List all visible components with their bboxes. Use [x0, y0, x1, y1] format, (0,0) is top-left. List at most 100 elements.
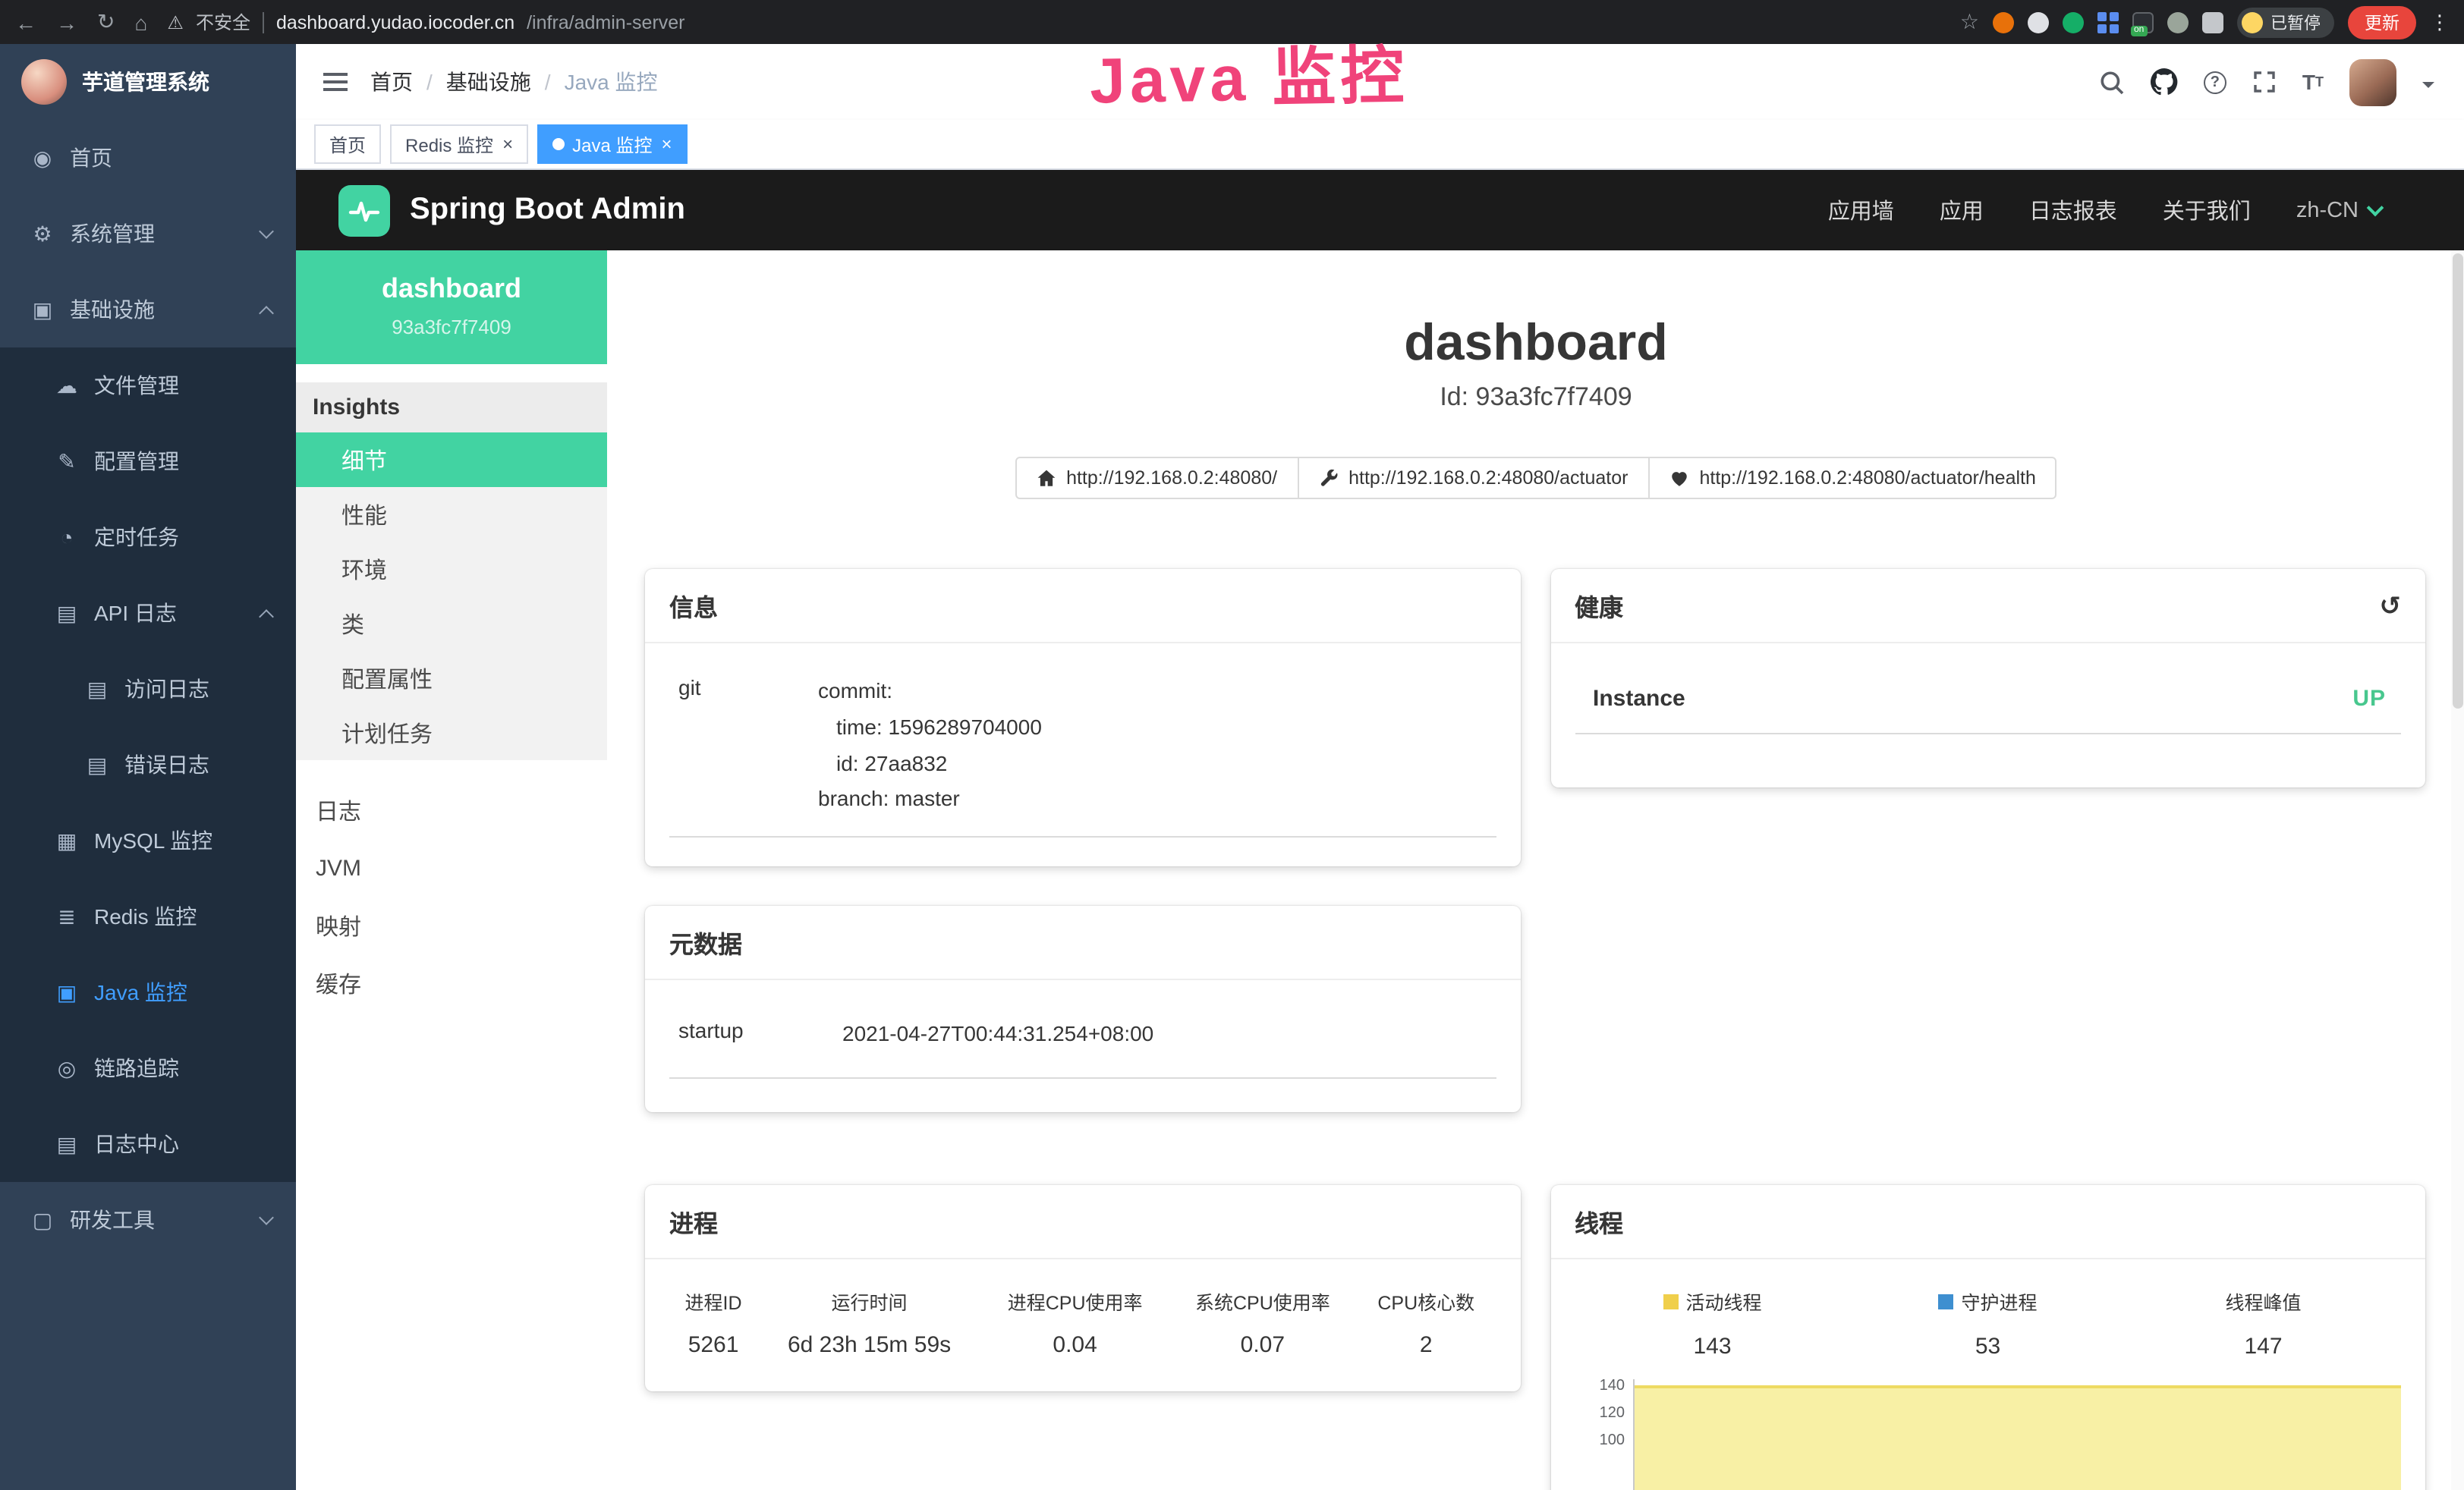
- sidebar-item-jobs[interactable]: ◔ 定时任务: [0, 499, 296, 575]
- not-secure-label[interactable]: 不安全: [196, 9, 250, 35]
- user-menu-caret-icon: [2422, 82, 2434, 94]
- health-url-button[interactable]: http://192.168.0.2:48080/actuator/health: [1647, 457, 2056, 499]
- browser-menu-icon[interactable]: ⋮: [2430, 10, 2450, 34]
- dashboard-icon: ◉: [30, 145, 55, 171]
- breadcrumb-separator: /: [426, 70, 433, 94]
- extension-fox-icon[interactable]: [1993, 11, 2014, 33]
- legend-peak-threads[interactable]: 线程峰值: [2126, 1287, 2401, 1316]
- health-key: Instance: [1593, 686, 1685, 712]
- sidebar-item-api-log[interactable]: ▤ API 日志: [0, 575, 296, 651]
- sba-item-caches[interactable]: 缓存: [296, 954, 607, 1012]
- sba-item-scheduled-tasks[interactable]: 计划任务: [296, 706, 607, 760]
- sidebar-item-error-log[interactable]: ▤ 错误日志: [0, 727, 296, 803]
- sba-item-logs[interactable]: 日志: [296, 781, 607, 839]
- sidebar-item-label: Java 监控: [94, 977, 187, 1007]
- health-card-title: 健康: [1575, 587, 1623, 624]
- health-instance-row: Instance UP: [1575, 655, 2401, 734]
- sidebar-item-mysql[interactable]: ▦ MySQL 监控: [0, 803, 296, 879]
- sidebar-item-access-log[interactable]: ▤ 访问日志: [0, 651, 296, 727]
- app-logo[interactable]: 芋道管理系统: [0, 44, 296, 120]
- extension-switch-icon[interactable]: on: [2132, 11, 2154, 33]
- tab-java-monitor[interactable]: Java 监控 ×: [537, 124, 687, 164]
- threads-card-title: 线程: [1575, 1203, 1623, 1240]
- sba-nav-journal[interactable]: 日志报表: [2029, 194, 2117, 226]
- extension-leaf-icon[interactable]: [2167, 11, 2189, 33]
- health-card: 健康 ↺ Instance UP: [1550, 569, 2425, 787]
- bookmark-star-icon[interactable]: ☆: [1960, 9, 1979, 35]
- sba-item-details[interactable]: 细节: [296, 432, 607, 487]
- sba-item-classes[interactable]: 类: [296, 596, 607, 651]
- sidebar-item-home[interactable]: ◉ 首页: [0, 120, 296, 196]
- git-time-line: time: 1596289704000: [818, 710, 1042, 747]
- tab-home[interactable]: 首页: [314, 124, 381, 164]
- threads-area-fill: [1634, 1385, 2401, 1490]
- sidebar-item-devtools[interactable]: ▢ 研发工具: [0, 1182, 296, 1258]
- scrollbar-thumb[interactable]: [2453, 253, 2463, 709]
- sba-item-mappings[interactable]: 映射: [296, 897, 607, 954]
- sidebar-item-log-center[interactable]: ▤ 日志中心: [0, 1106, 296, 1182]
- sidebar-item-infra[interactable]: ▣ 基础设施: [0, 272, 296, 347]
- sba-logo-icon[interactable]: [338, 184, 390, 236]
- pid-value: 5261: [669, 1319, 757, 1370]
- github-icon[interactable]: [2151, 68, 2178, 96]
- extension-grid-icon[interactable]: [2097, 11, 2107, 20]
- sba-nav-wallboard[interactable]: 应用墙: [1828, 194, 1894, 226]
- sidebar-item-system[interactable]: ⚙ 系统管理: [0, 196, 296, 272]
- instance-header[interactable]: dashboard 93a3fc7f7409: [296, 250, 607, 364]
- legend-daemon-threads[interactable]: 守护进程: [1850, 1287, 2126, 1316]
- sba-nav-applications[interactable]: 应用: [1940, 194, 1984, 226]
- sidebar-item-files[interactable]: ☁ 文件管理: [0, 347, 296, 423]
- extension-green-icon[interactable]: [2063, 11, 2084, 33]
- font-size-icon[interactable]: TT: [2302, 70, 2324, 94]
- file-icon: ☁: [55, 372, 79, 398]
- sba-item-jvm[interactable]: JVM: [296, 839, 607, 897]
- extension-drop-icon[interactable]: [2028, 11, 2049, 33]
- breadcrumb-home[interactable]: 首页: [370, 67, 413, 97]
- fullscreen-icon[interactable]: [2252, 70, 2277, 94]
- instance-links: http://192.168.0.2:48080/ http://192.168…: [607, 457, 2464, 499]
- legend-label: 活动线程: [1685, 1287, 1761, 1316]
- sba-nav-about[interactable]: 关于我们: [2163, 194, 2251, 226]
- tab-redis-monitor[interactable]: Redis 监控 ×: [390, 124, 528, 164]
- close-icon[interactable]: ×: [502, 134, 513, 155]
- breadcrumb-separator: /: [545, 70, 551, 94]
- chevron-up-icon: [259, 608, 274, 624]
- url-path[interactable]: /infra/admin-server: [527, 11, 684, 33]
- sidebar-item-java[interactable]: ▣ Java 监控: [0, 954, 296, 1030]
- close-icon[interactable]: ×: [661, 134, 672, 155]
- sba-item-environment[interactable]: 环境: [296, 542, 607, 596]
- not-secure-warning-icon: ⚠: [167, 11, 184, 33]
- sba-item-metrics[interactable]: 性能: [296, 487, 607, 542]
- help-icon[interactable]: ?: [2204, 71, 2226, 93]
- redis-icon: ≣: [55, 904, 79, 929]
- user-avatar[interactable]: [2349, 58, 2396, 105]
- sidebar-item-redis[interactable]: ≣ Redis 监控: [0, 879, 296, 954]
- screen: ← → ↻ ⌂ ⚠ 不安全 dashboard.yudao.iocoder.cn…: [0, 0, 2464, 1490]
- sidebar-item-config[interactable]: ✎ 配置管理: [0, 423, 296, 499]
- sidebar-item-trace[interactable]: ◎ 链路追踪: [0, 1030, 296, 1106]
- browser-profile-chip[interactable]: 已暂停: [2237, 7, 2334, 37]
- browser-home-icon[interactable]: ⌂: [134, 10, 147, 34]
- legend-live-threads[interactable]: 活动线程: [1575, 1287, 1850, 1316]
- sidebar-item-label: 首页: [70, 143, 112, 173]
- sba-item-configprops[interactable]: 配置属性: [296, 651, 607, 706]
- api-log-icon: ▤: [55, 600, 79, 626]
- extensions-puzzle-icon[interactable]: [2202, 11, 2223, 33]
- history-icon[interactable]: ↺: [2380, 593, 2402, 618]
- service-url-button[interactable]: http://192.168.0.2:48080/: [1015, 457, 1298, 499]
- back-icon[interactable]: ←: [15, 10, 36, 34]
- scrollbar[interactable]: [2451, 250, 2464, 1490]
- reload-icon[interactable]: ↻: [97, 9, 115, 35]
- sidebar-item-label: 文件管理: [94, 370, 179, 401]
- breadcrumb-infra[interactable]: 基础设施: [446, 67, 531, 97]
- peak-threads-value: 147: [2126, 1334, 2401, 1360]
- forward-icon[interactable]: →: [56, 10, 77, 34]
- search-icon[interactable]: [2099, 69, 2125, 95]
- sidebar-toggle-icon[interactable]: [323, 73, 348, 91]
- chevron-down-icon: [259, 223, 274, 238]
- address-bar[interactable]: ⚠ 不安全 dashboard.yudao.iocoder.cn/infra/a…: [167, 9, 684, 35]
- chrome-update-button[interactable]: 更新: [2348, 5, 2416, 39]
- url-domain[interactable]: dashboard.yudao.iocoder.cn: [276, 11, 515, 33]
- actuator-url-button[interactable]: http://192.168.0.2:48080/actuator: [1297, 457, 1649, 499]
- sba-locale-select[interactable]: zh-CN: [2296, 198, 2381, 222]
